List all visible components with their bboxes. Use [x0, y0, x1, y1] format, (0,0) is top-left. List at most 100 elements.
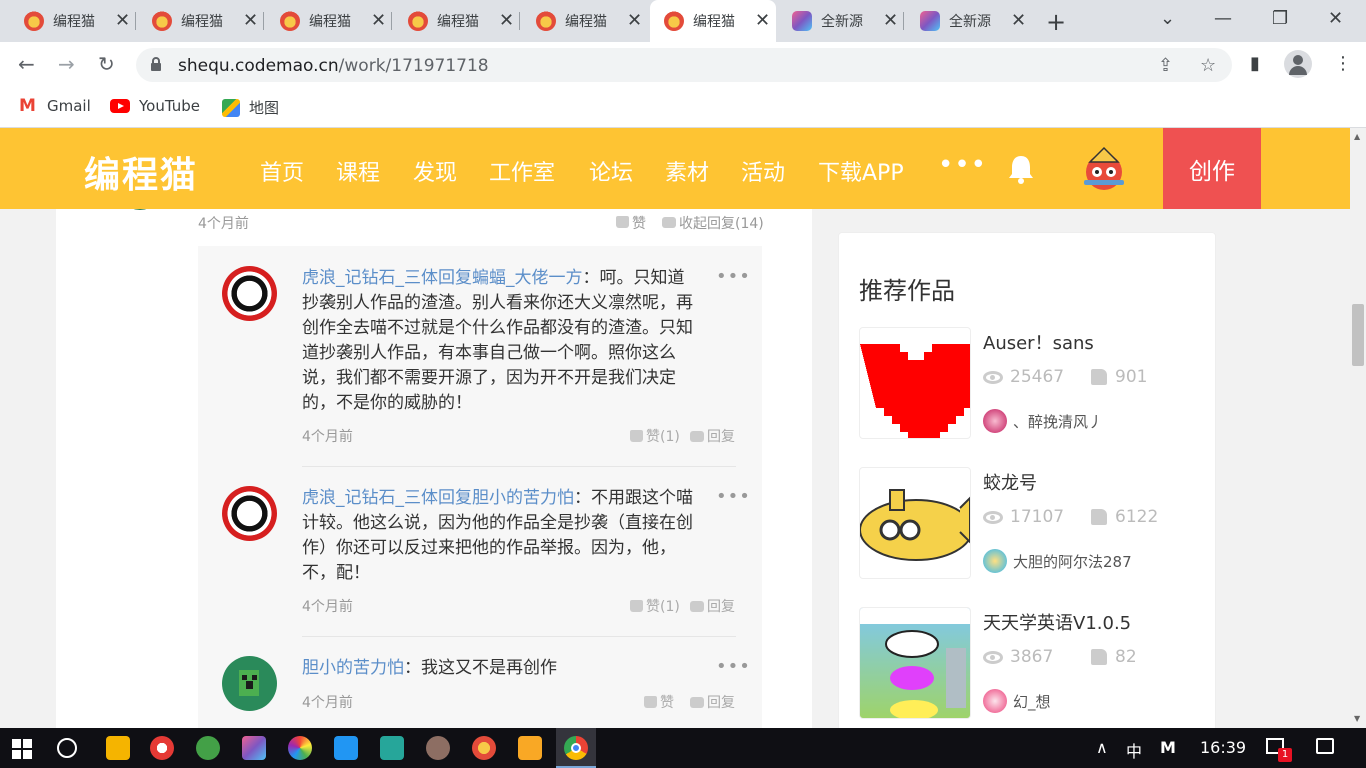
- browser-tab-active[interactable]: 编程猫 ✕: [650, 0, 776, 42]
- nav-download-app[interactable]: 下载APP: [818, 155, 904, 187]
- site-logo[interactable]: 编程猫: [84, 146, 198, 198]
- like-button[interactable]: 赞(1): [630, 426, 680, 446]
- app-icon[interactable]: [106, 736, 130, 760]
- work-card[interactable]: Auser！sans 25467 901 、醉挽清风丿: [859, 327, 1199, 441]
- work-title[interactable]: 天天学英语V1.0.5: [983, 609, 1131, 635]
- user-link[interactable]: 胆小的苦力怕: [302, 658, 404, 678]
- bookmark-star-icon[interactable]: ☆: [1200, 55, 1216, 76]
- nav-home[interactable]: 首页: [260, 155, 304, 187]
- bookmark-gmail[interactable]: Gmail: [18, 96, 91, 116]
- address-bar[interactable]: shequ.codemao.cn/work/171971718 ⇪ ☆: [136, 48, 1232, 82]
- minimize-icon[interactable]: —: [1214, 8, 1232, 29]
- browser-tab[interactable]: 编程猫 ✕: [10, 0, 136, 42]
- more-menu-icon[interactable]: •••: [938, 150, 987, 180]
- maximize-icon[interactable]: ❐: [1272, 8, 1288, 29]
- work-thumbnail[interactable]: [859, 327, 971, 439]
- work-title[interactable]: Auser！sans: [983, 329, 1094, 355]
- app-icon[interactable]: [426, 736, 450, 760]
- like-button[interactable]: 赞(1): [630, 596, 680, 616]
- browser-tab[interactable]: 编程猫 ✕: [266, 0, 392, 42]
- new-tab-button[interactable]: +: [1046, 8, 1066, 36]
- nav-courses[interactable]: 课程: [336, 155, 380, 187]
- url-text[interactable]: shequ.codemao.cn/work/171971718: [178, 56, 489, 76]
- work-card[interactable]: 蛟龙号 17107 6122 大胆的阿尔法287: [859, 467, 1199, 581]
- tray-expand-icon[interactable]: ∧: [1096, 738, 1108, 757]
- browser-tab[interactable]: 编程猫 ✕: [522, 0, 648, 42]
- user-avatar[interactable]: [1078, 144, 1130, 194]
- side-panel-icon[interactable]: ▮: [1250, 53, 1260, 74]
- file-explorer-icon[interactable]: [518, 736, 542, 760]
- app-icon[interactable]: [334, 736, 358, 760]
- nav-forum[interactable]: 论坛: [589, 155, 633, 187]
- more-dots-icon[interactable]: •••: [716, 486, 751, 507]
- ime-indicator[interactable]: 中: [1126, 738, 1142, 762]
- user-link[interactable]: 胆小的苦力怕: [472, 488, 574, 508]
- bell-icon[interactable]: [1004, 152, 1038, 186]
- close-icon[interactable]: ✕: [371, 12, 386, 30]
- reply-button[interactable]: 回复: [690, 426, 735, 446]
- app-icon[interactable]: [150, 736, 174, 760]
- chrome-taskbar-button[interactable]: [556, 728, 596, 768]
- work-thumbnail[interactable]: [859, 467, 971, 579]
- work-author[interactable]: 幻_想: [983, 689, 1051, 713]
- tab-search-icon[interactable]: ⌄: [1160, 8, 1175, 29]
- work-author[interactable]: 、醉挽清风丿: [983, 409, 1103, 433]
- reply-button[interactable]: 回复: [690, 596, 735, 616]
- user-link[interactable]: 蝙蝠_大佬一方: [472, 268, 583, 288]
- close-icon[interactable]: ✕: [883, 12, 898, 30]
- clock[interactable]: 16:39: [1200, 738, 1246, 757]
- browser-tab[interactable]: 编程猫 ✕: [394, 0, 520, 42]
- create-button[interactable]: 创作: [1163, 128, 1261, 209]
- browser-tab[interactable]: 全新源 ✕: [778, 0, 904, 42]
- user-link[interactable]: 虎浪_记钻石_三体: [302, 488, 438, 508]
- nav-studio[interactable]: 工作室: [489, 155, 555, 187]
- scroll-thumb[interactable]: [1352, 304, 1364, 366]
- app-icon[interactable]: [196, 736, 220, 760]
- reply-button[interactable]: 回复: [690, 692, 735, 712]
- work-card[interactable]: 天天学英语V1.0.5 3867 82 幻_想: [859, 607, 1199, 721]
- action-center-icon[interactable]: [1316, 738, 1334, 754]
- page-scrollbar[interactable]: ▲ ▼: [1350, 128, 1366, 728]
- codemao-icon[interactable]: [472, 736, 496, 760]
- avatar[interactable]: [222, 656, 277, 711]
- close-icon[interactable]: ✕: [499, 12, 514, 30]
- bookmark-youtube[interactable]: YouTube: [110, 97, 200, 115]
- comment-like-button[interactable]: 赞: [616, 213, 646, 233]
- menu-kebab-icon[interactable]: ⋮: [1334, 53, 1352, 74]
- close-icon[interactable]: ✕: [755, 12, 770, 30]
- profile-avatar[interactable]: [1284, 50, 1312, 78]
- more-dots-icon[interactable]: •••: [716, 656, 751, 677]
- back-icon[interactable]: ←: [18, 52, 35, 76]
- nav-materials[interactable]: 素材: [665, 155, 709, 187]
- user-link[interactable]: 虎浪_记钻石_三体: [302, 268, 438, 288]
- collapse-replies-button[interactable]: 收起回复(14): [662, 213, 764, 233]
- work-author[interactable]: 大胆的阿尔法287: [983, 549, 1132, 573]
- avatar[interactable]: [222, 266, 277, 321]
- avatar[interactable]: [222, 486, 277, 541]
- close-icon[interactable]: ✕: [627, 12, 642, 30]
- like-button[interactable]: 赞: [644, 692, 674, 712]
- close-icon[interactable]: ✕: [115, 12, 130, 30]
- browser-tab[interactable]: 全新源 ✕: [906, 0, 1032, 42]
- forward-icon[interactable]: →: [58, 52, 75, 76]
- search-icon[interactable]: [57, 738, 77, 758]
- scroll-up-icon[interactable]: ▲: [1354, 132, 1360, 141]
- app-icon[interactable]: [288, 736, 312, 760]
- browser-tab[interactable]: 编程猫 ✕: [138, 0, 264, 42]
- share-icon[interactable]: ⇪: [1158, 55, 1173, 76]
- work-thumbnail[interactable]: [859, 607, 971, 719]
- more-dots-icon[interactable]: •••: [716, 266, 751, 287]
- build-icon[interactable]: [242, 736, 266, 760]
- app-icon[interactable]: [380, 736, 404, 760]
- window-close-icon[interactable]: ✕: [1328, 8, 1343, 29]
- close-icon[interactable]: ✕: [243, 12, 258, 30]
- work-title[interactable]: 蛟龙号: [983, 469, 1037, 495]
- close-icon[interactable]: ✕: [1011, 12, 1026, 30]
- windows-start-icon[interactable]: [12, 739, 32, 759]
- reload-icon[interactable]: ↻: [98, 52, 115, 76]
- nav-events[interactable]: 活动: [741, 155, 785, 187]
- scroll-down-icon[interactable]: ▼: [1354, 714, 1360, 723]
- bookmark-maps[interactable]: 地图: [222, 97, 279, 118]
- nav-discover[interactable]: 发现: [413, 155, 457, 187]
- ime-mode[interactable]: M: [1160, 738, 1176, 757]
